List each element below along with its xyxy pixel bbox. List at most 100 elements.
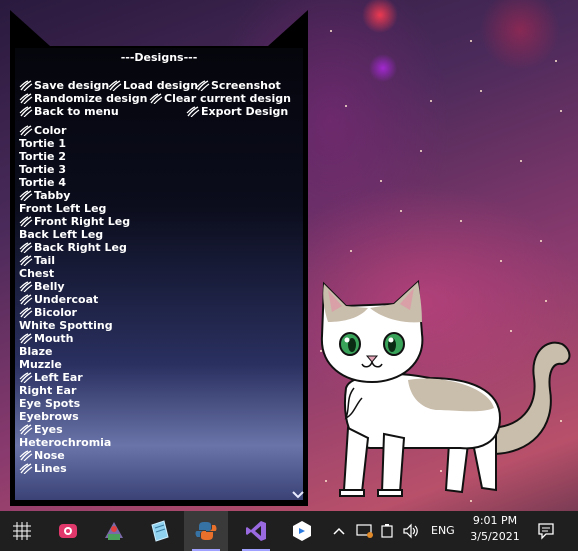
export-design-label: Export Design [201,105,289,118]
design-option-item[interactable]: Tabby [19,189,70,202]
design-option-label: Eyebrows [19,410,79,423]
game-app-icon [105,522,123,540]
design-option-item[interactable]: Undercoat [19,293,98,306]
design-option-label: Eyes [34,423,63,436]
dev-tool-app-button[interactable] [280,511,324,551]
design-option-item[interactable]: Color [19,124,66,137]
claw-icon [19,294,33,305]
claw-icon [19,242,33,253]
star [345,105,347,107]
design-option-label: Mouth [34,332,74,345]
claw-icon [19,463,33,474]
design-option-label: Tortie 1 [19,137,66,150]
design-option-label: Tabby [34,189,71,202]
design-option-label: Tortie 4 [19,176,66,189]
clock[interactable]: 9:01 PM 3/5/2021 [466,514,524,543]
design-option-label: Nose [34,449,65,462]
design-option-item[interactable]: Belly [19,280,65,293]
start-button[interactable] [0,511,44,551]
network-icon[interactable] [356,523,374,539]
screenshot-button[interactable]: Screenshot [196,79,281,92]
design-option-label: Color [34,124,67,137]
star [560,110,562,112]
randomize-design-label: Randomize design [34,92,148,105]
back-to-menu-button[interactable]: Back to menu [19,105,119,118]
export-design-button[interactable]: Export Design [186,105,288,118]
claw-icon [19,281,33,292]
star [520,160,522,162]
design-option-item[interactable]: Tortie 3 [19,163,66,176]
design-option-item[interactable]: Eyebrows [19,410,79,423]
design-option-label: Front Left Leg [19,202,107,215]
scroll-down-chevron-icon[interactable] [292,490,304,500]
claw-icon [19,106,33,117]
load-design-label: Load design [123,79,199,92]
star [480,90,482,92]
notepad-app-button[interactable] [138,511,182,551]
claw-icon [19,255,33,266]
design-option-item[interactable]: Tortie 1 [19,137,66,150]
design-option-label: Lines [34,462,67,475]
language-indicator[interactable]: ENG [431,524,455,537]
design-option-item[interactable]: Tortie 4 [19,176,66,189]
design-option-item[interactable]: Front Right Leg [19,215,130,228]
claw-icon [186,106,200,117]
taskbar: ENG 9:01 PM 3/5/2021 [0,511,578,551]
design-option-item[interactable]: Muzzle [19,358,62,371]
save-design-button[interactable]: Save design [19,79,109,92]
design-option-label: Tortie 3 [19,163,66,176]
star [460,220,462,222]
claw-icon [19,450,33,461]
clear-current-design-button[interactable]: Clear current design [149,92,291,105]
show-hidden-icons-chevron-icon[interactable] [333,526,345,536]
design-option-label: Tail [34,254,56,267]
star [380,180,382,182]
star [330,30,332,32]
claw-icon [108,80,122,91]
game-app-button[interactable] [92,511,136,551]
design-option-item[interactable]: White Spotting [19,319,113,332]
visual-studio-icon [246,521,266,541]
design-option-label: Undercoat [34,293,99,306]
design-option-item[interactable]: Nose [19,449,65,462]
claw-icon [19,424,33,435]
design-option-label: Chest [19,267,55,280]
design-option-label: Bicolor [34,306,77,319]
design-option-label: Muzzle [19,358,62,371]
design-option-item[interactable]: Eyes [19,423,63,436]
star [500,260,502,262]
camera-app-button[interactable] [46,511,90,551]
design-option-label: Back Left Leg [19,228,104,241]
randomize-design-button[interactable]: Randomize design [19,92,147,105]
design-option-item[interactable]: Blaze [19,345,52,358]
design-option-item[interactable]: Tortie 2 [19,150,66,163]
dev-tool-app-icon [293,521,311,541]
star [430,100,432,102]
design-option-item[interactable]: Tail [19,254,55,267]
design-option-item[interactable]: Bicolor [19,306,77,319]
design-option-item[interactable]: Front Left Leg [19,202,106,215]
claw-icon [19,216,33,227]
design-option-item[interactable]: Right Ear [19,384,76,397]
designs-menu-panel: ---Designs--- Save design Load design Sc… [10,10,308,506]
design-option-item[interactable]: Eye Spots [19,397,80,410]
notification-center-icon[interactable] [537,522,555,540]
design-option-item[interactable]: Back Left Leg [19,228,103,241]
battery-icon[interactable] [380,523,398,539]
load-design-button[interactable]: Load design [108,79,198,92]
volume-icon[interactable] [402,523,420,539]
start-grid-icon [13,522,31,540]
clock-date: 3/5/2021 [470,530,520,543]
design-option-item[interactable]: Lines [19,462,67,475]
design-option-item[interactable]: Back Right Leg [19,241,127,254]
claw-icon [19,307,33,318]
design-option-label: Belly [34,280,65,293]
design-option-item[interactable]: Chest [19,267,54,280]
design-option-item[interactable]: Left Ear [19,371,83,384]
design-option-item[interactable]: Mouth [19,332,73,345]
python-app-button[interactable] [184,511,228,551]
visual-studio-button[interactable] [234,511,278,551]
claw-icon [19,372,33,383]
notepad-app-icon [151,520,169,542]
design-option-item[interactable]: Heterochromia [19,436,111,449]
